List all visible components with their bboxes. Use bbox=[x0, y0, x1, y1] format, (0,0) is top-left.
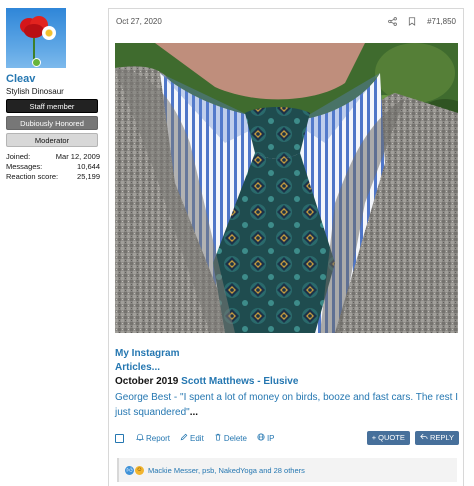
post-header: Oct 27, 2020 #71,850 bbox=[109, 9, 463, 33]
delete-label: Delete bbox=[223, 433, 247, 443]
edit-label: Edit bbox=[190, 433, 204, 443]
stat-value: 25,199 bbox=[77, 172, 100, 181]
stat-value: 10,644 bbox=[77, 162, 100, 171]
like-reaction-icon: 👍︎ bbox=[125, 465, 134, 475]
quote-ellipsis: ... bbox=[189, 407, 199, 418]
post: Oct 27, 2020 #71,850 My Instagram Articl… bbox=[108, 8, 464, 486]
avatar[interactable] bbox=[6, 8, 66, 68]
share-icon[interactable] bbox=[387, 16, 397, 26]
stat-label: Messages: bbox=[6, 162, 43, 171]
reactions-list[interactable]: Mackie Messer, psb, NakedYoga and 28 oth… bbox=[148, 466, 305, 475]
edit-button[interactable]: Edit bbox=[180, 433, 204, 443]
user-title: Stylish Dinosaur bbox=[6, 87, 64, 96]
staff-banner: Staff member bbox=[6, 99, 98, 113]
online-status-icon bbox=[32, 58, 41, 67]
delete-button[interactable]: Delete bbox=[214, 433, 247, 443]
pencil-icon bbox=[180, 433, 188, 443]
song-title: October 2019 Scott Matthews - Elusive bbox=[115, 375, 459, 389]
stat-label: Joined: bbox=[6, 152, 31, 161]
reply-label: REPLY bbox=[429, 433, 454, 442]
articles-link[interactable]: Articles... bbox=[115, 361, 459, 375]
post-body: My Instagram Articles... October 2019 Sc… bbox=[115, 347, 459, 420]
globe-icon bbox=[257, 433, 265, 443]
stat-row-joined: Joined: Mar 12, 2009 bbox=[6, 152, 100, 162]
username[interactable]: Cleav bbox=[6, 73, 100, 85]
song-date: October 2019 bbox=[115, 376, 179, 387]
avatar-daisy bbox=[42, 26, 56, 40]
reply-icon bbox=[420, 433, 430, 442]
song-link[interactable]: Scott Matthews - Elusive bbox=[181, 376, 298, 387]
select-post-checkbox[interactable] bbox=[115, 433, 124, 443]
post-number[interactable]: #71,850 bbox=[427, 17, 456, 26]
post-date[interactable]: Oct 27, 2020 bbox=[116, 17, 162, 26]
bookmark-icon[interactable] bbox=[407, 16, 417, 26]
reply-button[interactable]: REPLY bbox=[414, 431, 459, 445]
user-info: Cleav Stylish Dinosaur Staff member Dubi… bbox=[6, 8, 100, 182]
haha-reaction-icon: ☺ bbox=[135, 465, 144, 475]
bell-icon bbox=[135, 433, 145, 443]
quote-button[interactable]: + QUOTE bbox=[366, 431, 410, 445]
stat-row-messages: Messages: 10,644 bbox=[6, 162, 100, 172]
trash-icon bbox=[214, 433, 222, 443]
user-stats: Joined: Mar 12, 2009 Messages: 10,644 Re… bbox=[6, 152, 100, 182]
quote-link[interactable]: George Best - "I spent a lot of money on… bbox=[115, 392, 458, 418]
reactions-bar[interactable]: 👍︎ ☺ Mackie Messer, psb, NakedYoga and 2… bbox=[117, 458, 457, 482]
quote-text: George Best - "I spent a lot of money on… bbox=[115, 390, 459, 420]
report-button[interactable]: Report bbox=[135, 433, 171, 443]
post-photo-svg bbox=[115, 43, 458, 333]
honored-banner: Dubiously Honored bbox=[6, 116, 98, 130]
report-label: Report bbox=[146, 433, 171, 443]
stat-row-reaction-score: Reaction score: 25,199 bbox=[6, 172, 100, 182]
post-buttons: + QUOTE REPLY bbox=[366, 431, 459, 445]
post-actions: Report Edit Delete IP + QUOTE REPLY bbox=[115, 429, 459, 447]
moderator-banner: Moderator bbox=[6, 133, 98, 147]
ip-button[interactable]: IP bbox=[257, 433, 275, 443]
avatar-poppy-petal bbox=[24, 24, 44, 38]
ip-label: IP bbox=[266, 433, 275, 443]
stat-value: Mar 12, 2009 bbox=[55, 152, 100, 161]
post-image[interactable] bbox=[115, 43, 458, 333]
instagram-link[interactable]: My Instagram bbox=[115, 347, 459, 361]
stat-label: Reaction score: bbox=[6, 172, 59, 181]
